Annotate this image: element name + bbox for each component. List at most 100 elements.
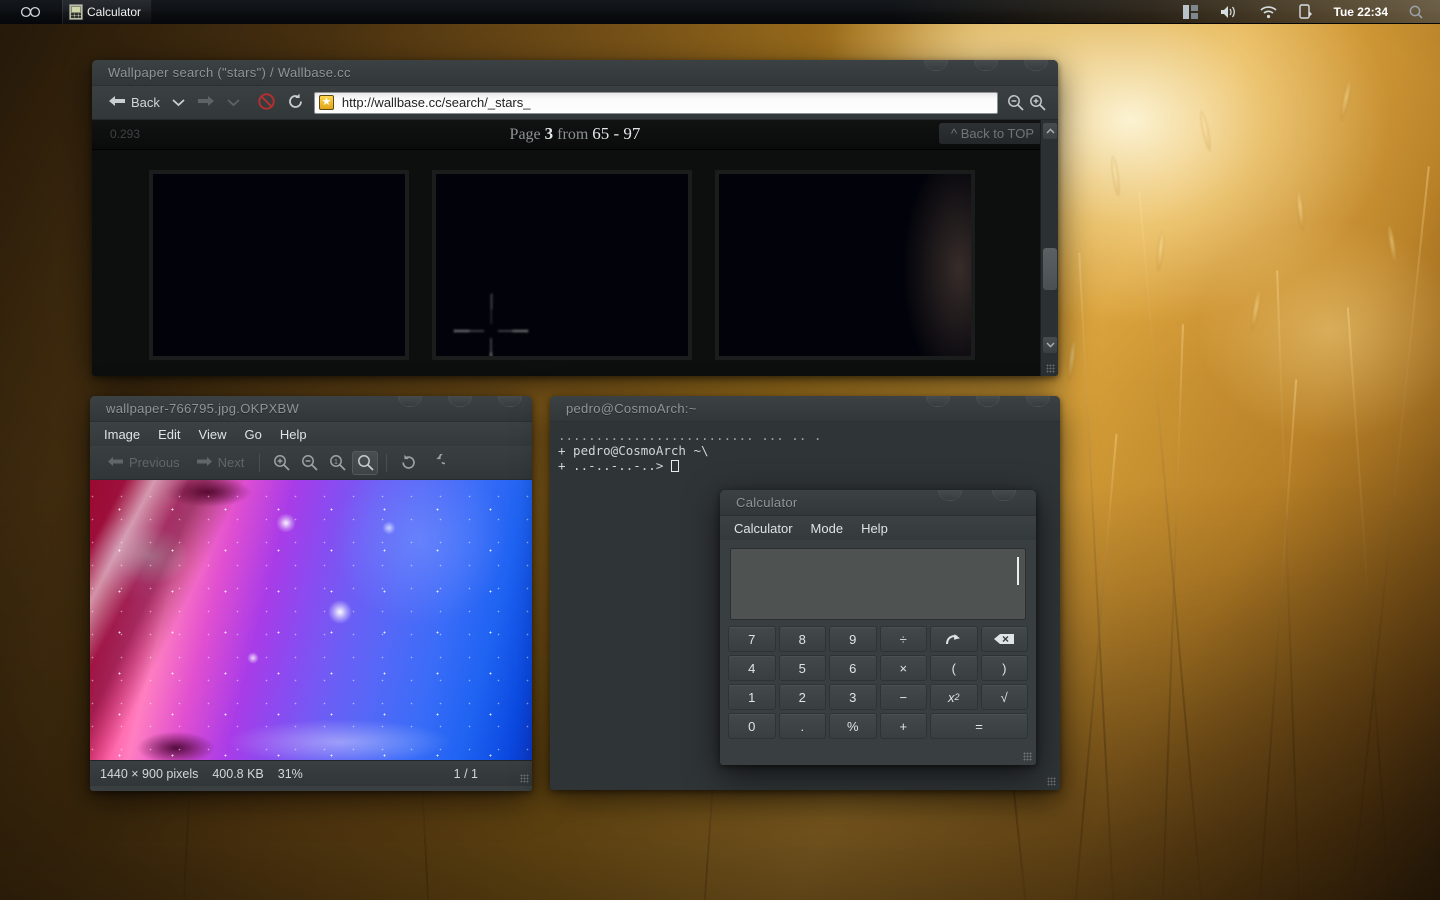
reload-button[interactable] (281, 91, 310, 115)
menu-item-go[interactable]: Go (245, 427, 262, 442)
menu-item-mode[interactable]: Mode (811, 521, 844, 536)
key-equals[interactable]: = (930, 713, 1028, 739)
key-6[interactable]: 6 (829, 655, 877, 681)
menu-item-calculator[interactable]: Calculator (734, 521, 793, 536)
zoom-fit-button[interactable] (352, 450, 379, 475)
scrollbar-thumb[interactable] (1043, 248, 1057, 290)
image-viewer-window[interactable]: wallpaper-766795.jpg.OKPXBW Image Edit V… (90, 396, 532, 791)
calculator-display[interactable] (730, 548, 1026, 620)
key-2[interactable]: 2 (778, 684, 826, 710)
minimize-button[interactable] (924, 60, 948, 71)
key-7[interactable]: 7 (728, 626, 776, 652)
scroll-up-button[interactable] (1043, 123, 1057, 139)
clock[interactable]: Tue 22:34 (1324, 5, 1398, 19)
text-cursor (1017, 557, 1019, 585)
close-button[interactable] (1024, 60, 1048, 71)
back-button[interactable]: Back (102, 91, 166, 115)
key-multiply[interactable]: × (879, 655, 927, 681)
url-bar[interactable]: ★ http://wallbase.cc/search/_stars_ (313, 91, 998, 114)
thumbnail-item-3[interactable] (715, 170, 975, 360)
viewer-titlebar[interactable]: wallpaper-766795.jpg.OKPXBW (90, 396, 532, 422)
taskbar-item-calculator[interactable]: Calculator (62, 0, 153, 24)
thumbnail-item-2[interactable] (432, 170, 692, 360)
menu-item-view[interactable]: View (199, 427, 227, 442)
page-heading-range: 65 - 97 (592, 124, 641, 143)
key-paren-close[interactable]: ) (980, 655, 1028, 681)
calculator-titlebar[interactable]: Calculator (720, 490, 1036, 516)
next-button[interactable]: Next (189, 451, 252, 475)
key-square[interactable]: x2 (930, 684, 978, 710)
battery-icon[interactable] (1288, 0, 1324, 24)
search-icon[interactable] (1398, 0, 1434, 24)
thumbnail-image-3 (719, 174, 971, 356)
menu-item-edit[interactable]: Edit (158, 427, 180, 442)
image-canvas[interactable] (90, 480, 532, 760)
browser-title: Wallpaper search ("stars") / Wallbase.cc (108, 65, 351, 80)
zoom-in-button[interactable] (1026, 92, 1048, 114)
key-4[interactable]: 4 (728, 655, 776, 681)
thumbnail-item-1[interactable] (149, 170, 409, 360)
stop-button[interactable] (252, 91, 281, 115)
rotate-left-button[interactable] (395, 451, 421, 475)
key-add[interactable]: + (879, 713, 927, 739)
workspace-switcher-icon[interactable] (1172, 0, 1209, 24)
key-1[interactable]: 1 (728, 684, 776, 710)
forward-button[interactable] (191, 91, 221, 115)
zoom-normal-button[interactable]: 1 (324, 451, 350, 475)
back-history-dropdown[interactable] (166, 91, 191, 115)
resize-grip[interactable] (520, 774, 529, 783)
key-5[interactable]: 5 (778, 655, 826, 681)
browser-navigation-toolbar: Back ★ http://wallbase.cc/search/_stars_ (92, 86, 1058, 120)
resize-grip[interactable] (1047, 777, 1056, 786)
back-to-top-button[interactable]: ^ Back to TOP (939, 123, 1046, 144)
key-undo[interactable] (930, 626, 978, 652)
key-subtract[interactable]: − (879, 684, 927, 710)
key-backspace[interactable] (980, 626, 1028, 652)
maximize-button[interactable] (448, 396, 472, 407)
page-heading-number: 3 (544, 124, 554, 143)
minimize-button[interactable] (926, 396, 950, 407)
forward-history-dropdown[interactable] (221, 91, 246, 115)
menu-item-image[interactable]: Image (104, 427, 140, 442)
key-8[interactable]: 8 (778, 626, 826, 652)
window-buttons (924, 60, 1048, 71)
zoom-out-button[interactable] (296, 451, 322, 475)
terminal-title: pedro@CosmoArch:~ (566, 401, 697, 416)
key-3[interactable]: 3 (829, 684, 877, 710)
calculator-window[interactable]: Calculator Calculator Mode Help 7 8 9 ÷ … (720, 490, 1036, 765)
browser-titlebar[interactable]: Wallpaper search ("stars") / Wallbase.cc (92, 60, 1058, 86)
key-decimal[interactable]: . (778, 713, 826, 739)
key-0[interactable]: 0 (728, 713, 776, 739)
volume-icon[interactable] (1209, 0, 1249, 24)
resize-grip[interactable] (1023, 752, 1032, 761)
scroll-down-button[interactable] (1043, 337, 1057, 353)
menu-item-help[interactable]: Help (861, 521, 888, 536)
key-9[interactable]: 9 (829, 626, 877, 652)
infinity-logo-icon[interactable] (0, 6, 62, 18)
terminal-titlebar[interactable]: pedro@CosmoArch:~ (550, 396, 1060, 422)
close-button[interactable] (992, 490, 1016, 501)
window-buttons (926, 396, 1050, 407)
zoom-in-button[interactable] (268, 451, 294, 475)
key-paren-open[interactable]: ( (930, 655, 978, 681)
key-percent[interactable]: % (829, 713, 877, 739)
maximize-button[interactable] (974, 60, 998, 71)
close-button[interactable] (1026, 396, 1050, 407)
browser-window[interactable]: Wallpaper search ("stars") / Wallbase.cc… (92, 60, 1058, 376)
maximize-button[interactable] (976, 396, 1000, 407)
key-divide[interactable]: ÷ (879, 626, 927, 652)
resize-grip[interactable] (1046, 364, 1055, 373)
toolbar-divider (259, 453, 261, 472)
terminal-line-1: + pedro@CosmoArch ~\ (558, 443, 709, 458)
menu-item-help[interactable]: Help (280, 427, 307, 442)
wifi-icon[interactable] (1249, 0, 1288, 24)
minimize-button[interactable] (398, 396, 422, 407)
browser-vertical-scrollbar[interactable] (1040, 120, 1058, 376)
key-sqrt[interactable]: √ (980, 684, 1028, 710)
rotate-right-button[interactable] (423, 451, 449, 475)
zoom-out-button[interactable] (1004, 92, 1026, 114)
close-button[interactable] (498, 396, 522, 407)
back-to-top-label: Back to TOP (960, 126, 1034, 141)
minimize-button[interactable] (938, 490, 962, 501)
previous-button[interactable]: Previous (100, 451, 187, 475)
